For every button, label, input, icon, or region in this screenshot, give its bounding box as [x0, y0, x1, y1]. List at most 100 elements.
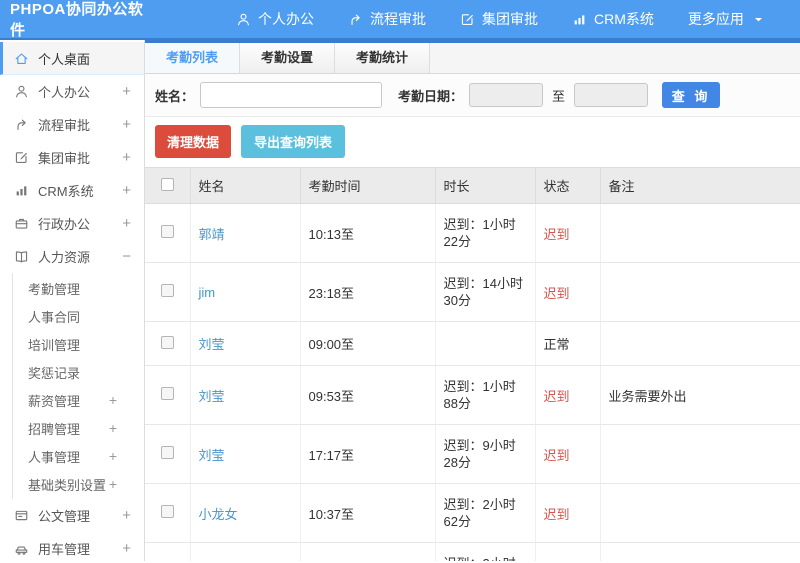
sidebar-item-workflow-approval[interactable]: 流程审批 +: [0, 108, 144, 141]
note-cell: 1111: [600, 542, 800, 561]
expand-toggle-icon[interactable]: +: [109, 449, 117, 463]
employee-name-link[interactable]: jim: [199, 285, 216, 300]
duration-cell: 迟到：1小时88分: [435, 365, 536, 425]
tab-attendance-stats[interactable]: 考勤统计: [335, 43, 431, 73]
tab-attendance-list[interactable]: 考勤列表: [145, 43, 241, 73]
nav-item-personal-office[interactable]: 个人办公: [219, 0, 331, 38]
expand-toggle-icon[interactable]: +: [122, 541, 131, 556]
sidebar-subitem-base-category-settings[interactable]: 基础类别设置 +: [13, 470, 144, 498]
row-checkbox[interactable]: [160, 284, 174, 297]
expand-toggle-icon[interactable]: +: [122, 117, 131, 132]
sidebar-item-personal-office[interactable]: 个人办公 +: [0, 75, 144, 108]
sidebar-item-human-resources[interactable]: 人力资源 −: [0, 240, 144, 273]
sidebar-subitem-training-mgmt[interactable]: 培训管理: [13, 330, 144, 358]
attendance-time-cell: 10:54至10:54: [300, 542, 436, 561]
sidebar-item-label: 流程审批: [38, 118, 91, 133]
attendance-time-cell: 10:13至: [300, 203, 436, 263]
date-to-input[interactable]: [574, 83, 649, 107]
employee-name-link[interactable]: 刘莹: [199, 389, 225, 404]
nav-item-crm-system[interactable]: CRM系统: [555, 0, 671, 38]
duration-line: 迟到：1小时22分: [443, 217, 516, 249]
note-cell: 业务需要外出: [600, 365, 800, 425]
employee-name-link[interactable]: 郭靖: [199, 227, 225, 242]
note-cell: [600, 262, 800, 322]
nav-item-group-approval[interactable]: 集团审批: [443, 0, 555, 38]
table-row: 小龙女 10:37至 迟到：2小时62分 迟到: [145, 483, 800, 543]
expand-toggle-icon[interactable]: +: [122, 216, 131, 231]
row-checkbox-cell: [145, 321, 191, 366]
row-checkbox[interactable]: [160, 225, 174, 238]
sidebar-item-vehicle-mgmt[interactable]: 用车管理 +: [0, 532, 144, 561]
action-bar: 清理数据 导出查询列表: [145, 117, 800, 167]
search-button[interactable]: 查 询: [662, 82, 721, 108]
tab-attendance-settings[interactable]: 考勤设置: [240, 43, 336, 73]
sidebar-subitem-reward-punish-records[interactable]: 奖惩记录: [13, 358, 144, 386]
expand-toggle-icon[interactable]: +: [122, 183, 131, 198]
sidebar-subitem-personnel-mgmt[interactable]: 人事管理 +: [13, 442, 144, 470]
employee-name-link[interactable]: 小龙女: [199, 507, 238, 522]
status-cell: 正常: [535, 321, 601, 366]
sidebar-subitem-label: 培训管理: [28, 337, 81, 353]
sidebar-subitem-attendance-mgmt[interactable]: 考勤管理: [13, 274, 144, 302]
status-cell: 迟到: [535, 203, 601, 263]
employee-name-link[interactable]: 刘莹: [199, 337, 225, 352]
sidebar-subitem-label: 考勤管理: [28, 281, 81, 297]
sidebar-subitem-hr-contract[interactable]: 人事合同: [13, 302, 144, 330]
sidebar-item-admin-office[interactable]: 行政办公 +: [0, 207, 144, 240]
sidebar-subitem-label: 招聘管理: [28, 421, 81, 437]
name-cell: 郭靖: [190, 203, 301, 263]
clean-data-button[interactable]: 清理数据: [155, 125, 232, 158]
sidebar-subitem-label: 薪资管理: [28, 393, 81, 409]
row-checkbox[interactable]: [160, 335, 174, 349]
edit-icon: [14, 150, 29, 165]
tab-bar: 考勤列表 考勤设置 考勤统计: [145, 43, 800, 74]
status-cell: 迟到/早退: [535, 542, 601, 561]
attendance-table: 姓名 考勤时间 时长 状态 备注 郭靖 10:13至 迟到：1小时22分 迟到 jim 23:18…: [145, 167, 800, 561]
sidebar-item-label: 公文管理: [38, 509, 91, 524]
expand-toggle-icon[interactable]: +: [122, 150, 131, 165]
edit-icon: [460, 12, 475, 27]
status-cell: 迟到: [535, 262, 601, 322]
expand-toggle-icon[interactable]: +: [122, 84, 131, 99]
duration-line: 迟到：2小时62分: [443, 497, 516, 529]
table-row: 刘莹 17:17至 迟到：9小时28分 迟到: [145, 424, 800, 484]
expand-toggle-icon[interactable]: +: [109, 477, 117, 491]
expand-toggle-icon[interactable]: +: [122, 508, 131, 523]
attendance-time-cell: 09:53至: [300, 365, 436, 425]
employee-name-link[interactable]: 刘莹: [199, 448, 225, 463]
date-from-input[interactable]: [469, 83, 544, 107]
sidebar-submenu-human-resources: 考勤管理 人事合同 培训管理 奖惩记录 薪资管理 + 招聘管理 + 人事管理 + 基础类别设置 +: [12, 273, 144, 499]
row-checkbox[interactable]: [160, 446, 174, 459]
expand-toggle-icon[interactable]: −: [122, 249, 131, 264]
user-icon: [236, 12, 251, 27]
nav-item-workflow-approval[interactable]: 流程审批: [331, 0, 443, 38]
status-badge: 迟到: [543, 388, 570, 404]
select-all-checkbox[interactable]: [160, 177, 174, 191]
book-icon: [14, 249, 29, 264]
row-checkbox[interactable]: [160, 505, 174, 518]
date-label: 考勤日期：: [398, 88, 464, 104]
row-checkbox[interactable]: [160, 387, 174, 400]
name-input[interactable]: [200, 82, 383, 108]
expand-toggle-icon[interactable]: +: [109, 393, 117, 407]
sidebar-item-group-approval[interactable]: 集团审批 +: [0, 141, 144, 174]
sidebar-item-crm-system[interactable]: CRM系统 +: [0, 174, 144, 207]
row-checkbox-cell: [145, 424, 191, 484]
row-checkbox-cell: [145, 203, 191, 263]
sidebar: 个人桌面 个人办公 + 流程审批 + 集团审批 + CRM系统 + 行政办公 + 人力资源 − 考勤管理人…: [0, 40, 145, 561]
sidebar-item-personal-desktop[interactable]: 个人桌面: [0, 42, 144, 75]
sidebar-subitem-recruit-mgmt[interactable]: 招聘管理 +: [13, 414, 144, 442]
sidebar-item-label: 集团审批: [38, 151, 91, 166]
sidebar-item-doc-mgmt[interactable]: 公文管理 +: [0, 499, 144, 532]
sidebar-subitem-label: 奖惩记录: [28, 365, 81, 381]
expand-toggle-icon[interactable]: +: [109, 421, 117, 435]
nav-item-more-apps[interactable]: 更多应用: [671, 0, 783, 38]
hamburger-menu-button[interactable]: [197, 15, 205, 23]
name-cell: jim: [190, 262, 301, 322]
duration-cell: 迟到：2小时90分早退：7小时10分: [435, 542, 536, 561]
home-icon: [14, 51, 29, 66]
content-panel: 考勤列表 考勤设置 考勤统计 姓名： 考勤日期： 至 查 询 清理数据 导出查询列表…: [145, 40, 800, 561]
attendance-time-cell: 17:17至: [300, 424, 436, 484]
export-list-button[interactable]: 导出查询列表: [241, 125, 346, 158]
sidebar-subitem-salary-mgmt[interactable]: 薪资管理 +: [13, 386, 144, 414]
